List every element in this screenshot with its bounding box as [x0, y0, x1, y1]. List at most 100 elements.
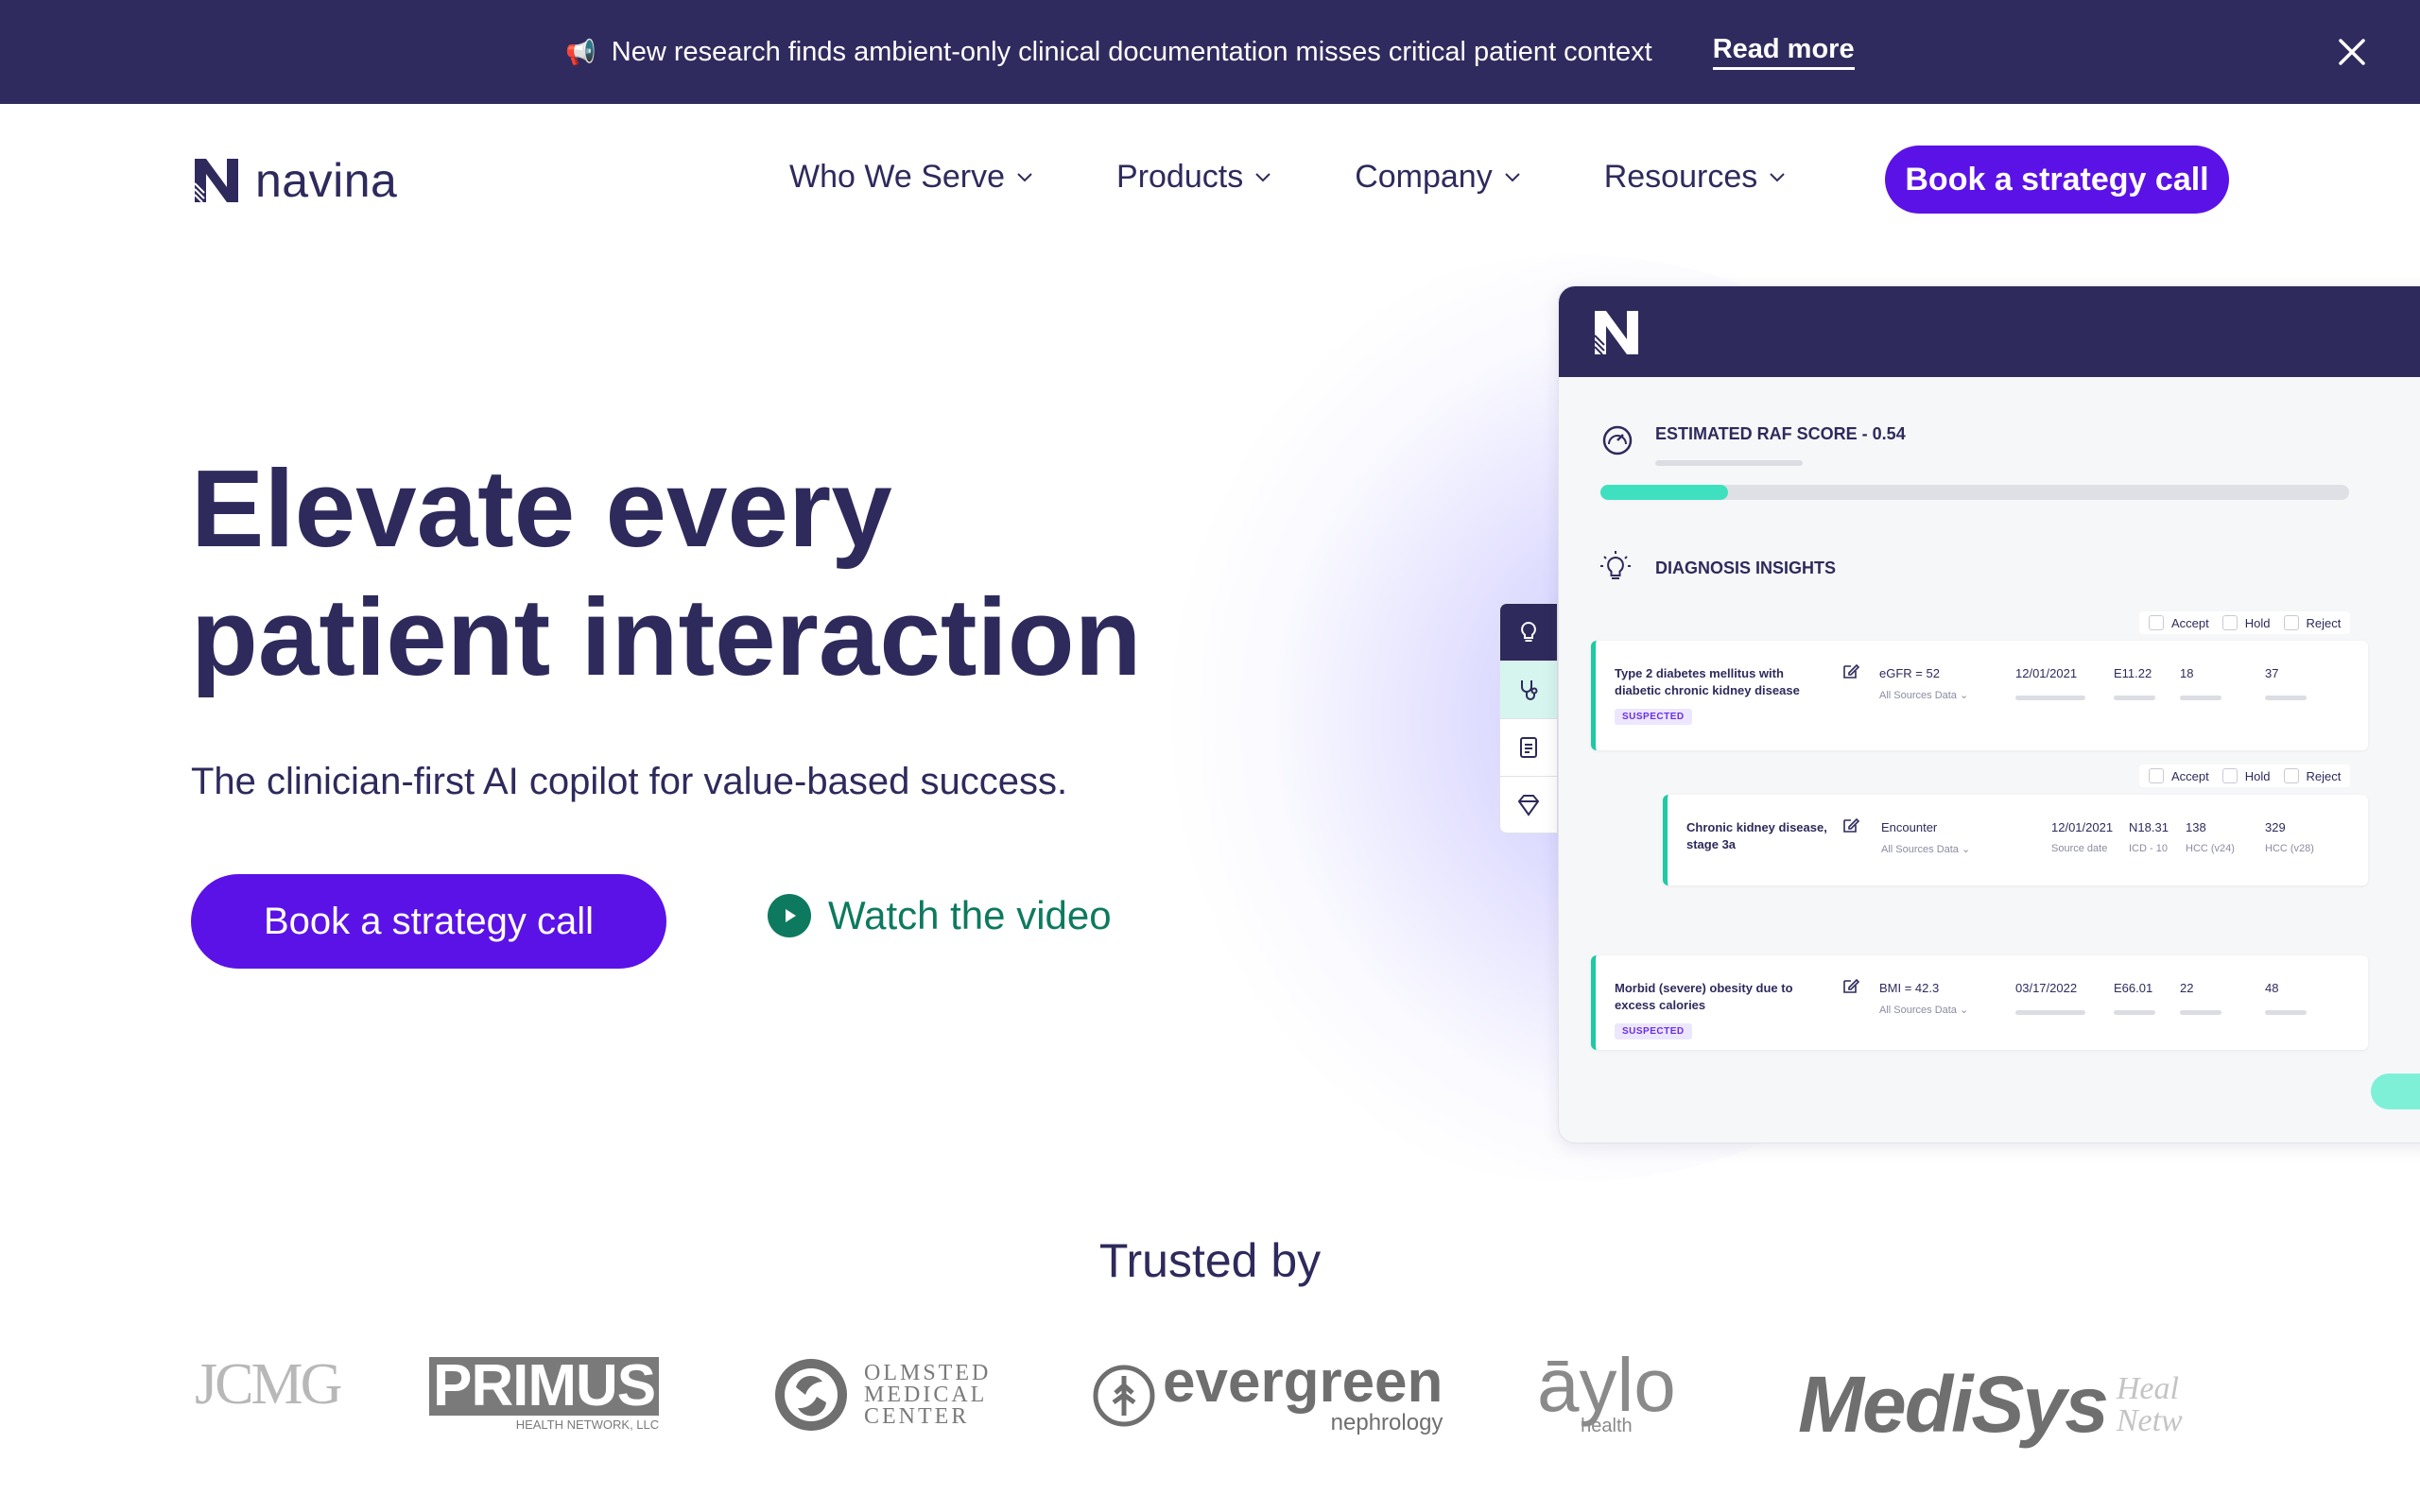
nav-label: Company — [1355, 159, 1493, 195]
chevron-down-icon — [1017, 172, 1032, 181]
brand-name: navina — [255, 154, 398, 207]
logo-olmsted-line2: MEDICAL — [864, 1382, 988, 1407]
diagnosis-row[interactable]: Type 2 diabetes mellitus with diabetic c… — [1591, 641, 2368, 750]
chevron-down-icon — [1770, 172, 1785, 181]
logo-jcmg: JCMG — [195, 1351, 342, 1418]
tool-quality[interactable] — [1500, 777, 1557, 833]
diagnosis-name: Chronic kidney disease, stage 3a — [1686, 820, 1827, 851]
diagnosis-name: Morbid (severe) obesity due to excess ca… — [1615, 981, 1793, 1012]
suspected-badge: SUSPECTED — [1615, 709, 1692, 725]
accept-checkbox[interactable] — [2149, 768, 2164, 783]
raf-progress-fill — [1600, 485, 1728, 500]
hold-checkbox[interactable] — [2221, 615, 2238, 630]
source-select[interactable]: All Sources Data ⌄ — [1881, 843, 1970, 855]
raf-score: ESTIMATED RAF SCORE - 0.54 — [1600, 423, 1906, 457]
hero-title: Elevate every patient interaction — [191, 444, 1184, 701]
source-select[interactable]: All Sources Data ⌄ — [1879, 1004, 1968, 1016]
hcc-v24-label: HCC (v24) — [2186, 843, 2235, 854]
lightbulb-icon — [1521, 621, 1536, 642]
announcement-bar: 📢 New research finds ambient-only clinic… — [0, 0, 2420, 104]
logo-aylo: āylo health — [1537, 1343, 1676, 1437]
hero-subtitle: The clinician-first AI copilot for value… — [191, 761, 1068, 802]
placeholder-bar — [2265, 1010, 2307, 1015]
placeholder-bar — [2114, 696, 2155, 700]
logo-aylo-sub: health — [1581, 1416, 1633, 1436]
logo-olmsted-line1: OLMSTED — [864, 1360, 992, 1385]
tool-stethoscope[interactable] — [1500, 662, 1557, 719]
icd-code: N18.31 — [2129, 820, 2169, 834]
nav-products[interactable]: Products — [1116, 159, 1271, 196]
logo-olmsted-line3: CENTER — [864, 1403, 970, 1429]
trusted-heading: Trusted by — [1098, 1234, 1322, 1287]
placeholder-bar — [2265, 696, 2307, 700]
icd-label: ICD - 10 — [2129, 843, 2168, 854]
source-date: 12/01/2021 — [2051, 820, 2114, 834]
edit-icon[interactable] — [1841, 816, 1860, 834]
watch-video-label: Watch the video — [828, 893, 1112, 937]
tool-notes[interactable] — [1500, 719, 1557, 777]
customer-logos: JCMG PRIMUS HEALTH NETWORK, LLC OLMSTED … — [0, 1342, 2420, 1450]
edit-icon[interactable] — [1841, 976, 1860, 995]
icd-code: E11.22 — [2114, 666, 2152, 680]
placeholder-bar — [2180, 1010, 2221, 1015]
diagnosis-row[interactable]: Morbid (severe) obesity due to excess ca… — [1591, 955, 2368, 1050]
source-date: 03/17/2022 — [2015, 981, 2078, 995]
diagnosis-name: Type 2 diabetes mellitus with diabetic c… — [1615, 666, 1800, 697]
lightbulb-icon — [1600, 551, 1631, 579]
raf-score-label: ESTIMATED RAF SCORE - 0.54 — [1655, 423, 1906, 443]
reject-checkbox[interactable] — [2283, 615, 2299, 630]
hold-checkbox[interactable] — [2221, 768, 2238, 783]
source-select[interactable]: All Sources Data ⌄ — [1879, 689, 1968, 701]
logo-aylo-text: āylo — [1537, 1343, 1676, 1427]
evidence-value: Encounter — [1881, 820, 1938, 834]
source-label: All Sources Data — [1881, 844, 1959, 855]
source-label: All Sources Data — [1879, 690, 1957, 701]
main-nav: Who We Serve Products Company Resources — [789, 159, 1869, 196]
hero-book-call-button[interactable]: Book a strategy call — [191, 874, 666, 969]
nav-label: Who We Serve — [789, 159, 1006, 195]
card-side-toolbar — [1499, 603, 1558, 833]
header-book-call-button[interactable]: Book a strategy call — [1885, 146, 2229, 214]
chat-toggle[interactable] — [2371, 1074, 2420, 1109]
decision-checkboxes: Accept Hold Reject — [2139, 765, 2351, 787]
logo-primus: PRIMUS HEALTH NETWORK, LLC — [429, 1357, 660, 1432]
nav-label: Resources — [1603, 159, 1758, 195]
diamond-icon — [1517, 795, 1540, 816]
product-preview-card: ESTIMATED RAF SCORE - 0.54 DIAGNOSIS INS… — [1558, 285, 2420, 1143]
raf-sub-bar — [1655, 460, 1803, 466]
logo-medisys-sub1: Heal — [2116, 1370, 2179, 1406]
hcc-v24: 18 — [2180, 666, 2194, 680]
nav-who-we-serve[interactable]: Who We Serve — [789, 159, 1033, 196]
hero-title-line1: Elevate every — [191, 447, 892, 570]
close-icon[interactable] — [2331, 31, 2373, 73]
logo-evergreen: evergreen nephrology — [1093, 1353, 1443, 1436]
nav-label: Products — [1116, 159, 1244, 195]
brand-logo[interactable]: navina — [191, 153, 397, 208]
read-more-link[interactable]: Read more — [1712, 34, 1855, 70]
suspected-badge: SUSPECTED — [1615, 1023, 1692, 1040]
gauge-icon — [1602, 425, 1633, 455]
accept-checkbox[interactable] — [2149, 615, 2164, 630]
accept-label: Accept — [2171, 615, 2209, 630]
megaphone-icon: 📢 — [565, 37, 596, 66]
hcc-v24: 22 — [2180, 981, 2194, 995]
nav-company[interactable]: Company — [1355, 159, 1521, 196]
logo-primus-text: PRIMUS — [429, 1357, 660, 1416]
accept-label: Accept — [2171, 768, 2209, 783]
source-date: 12/01/2021 — [2015, 666, 2078, 680]
raf-progress-bar — [1600, 485, 2349, 500]
navina-logo-icon — [194, 159, 238, 203]
card-header — [1559, 286, 2420, 377]
watch-video-link[interactable]: Watch the video — [768, 893, 1112, 938]
tool-insights[interactable] — [1500, 604, 1557, 662]
diagnosis-row[interactable]: Chronic kidney disease, stage 3a Encount… — [1663, 795, 2368, 885]
hold-label: Hold — [2244, 768, 2271, 783]
edit-icon[interactable] — [1841, 662, 1860, 680]
hcc-v28: 329 — [2265, 820, 2286, 834]
evidence-value: eGFR = 52 — [1879, 666, 1940, 680]
reject-label: Reject — [2306, 615, 2342, 630]
nav-resources[interactable]: Resources — [1604, 159, 1787, 196]
logo-medisys-sub2: Netw — [2116, 1402, 2183, 1438]
logo-medisys: MediSys Heal Netw — [1798, 1359, 2183, 1451]
reject-checkbox[interactable] — [2283, 768, 2299, 783]
